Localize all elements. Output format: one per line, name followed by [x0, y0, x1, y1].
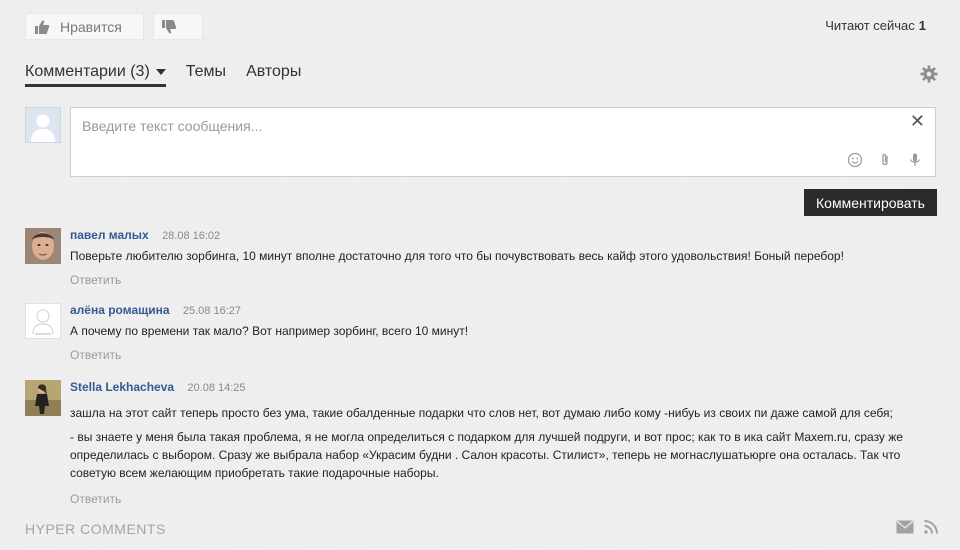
current-user-avatar [25, 107, 61, 143]
comment-body: Stella Lekhacheva 20.08 14:25 зашла на э… [70, 380, 935, 508]
composer-tools [847, 152, 923, 168]
comment-body: алёна ромащина 25.08 16:27 А почему по в… [70, 303, 935, 364]
tabs: Комментарии (3) Темы Авторы [25, 63, 321, 87]
comment-input[interactable] [80, 116, 864, 160]
reading-label: Читают сейчас [825, 18, 915, 33]
avatar[interactable] [25, 380, 61, 416]
tab-comments[interactable]: Комментарии (3) [25, 63, 166, 87]
rss-icon[interactable] [924, 520, 938, 534]
tab-authors[interactable]: Авторы [246, 63, 301, 87]
thumbs-up-icon [35, 19, 50, 34]
envelope-icon[interactable] [896, 520, 914, 534]
close-icon[interactable]: ✕ [910, 112, 925, 130]
caret-down-icon [155, 69, 166, 75]
comment-header: Stella Lekhacheva 20.08 14:25 [70, 380, 935, 395]
reading-now: Читают сейчас 1 [825, 18, 926, 33]
comment-author[interactable]: алёна ромащина [70, 303, 170, 317]
comment-date: 28.08 16:02 [162, 230, 221, 242]
comment-paragraph: зашла на этот сайт теперь просто без ума… [70, 406, 893, 420]
user-silhouette-icon [31, 114, 55, 142]
tab-topics[interactable]: Темы [186, 63, 226, 87]
comment-author[interactable]: Stella Lekhacheva [70, 380, 174, 394]
no-photo-icon [32, 309, 54, 335]
reply-link[interactable]: Ответить [70, 348, 121, 362]
submit-comment-button[interactable]: Комментировать [804, 189, 937, 216]
gear-icon[interactable] [920, 65, 938, 83]
microphone-icon[interactable] [907, 152, 923, 168]
avatar[interactable] [25, 303, 61, 339]
comment-text: зашла на этот сайт теперь просто без ума… [70, 404, 935, 482]
comment-body: павел малых 28.08 16:02 Поверьте любител… [70, 228, 935, 289]
tab-comments-label: Комментарии (3) [25, 63, 150, 80]
comment-composer: ✕ [70, 107, 936, 177]
comment-header: алёна ромащина 25.08 16:27 [70, 303, 935, 318]
comment-paragraph: Поверьте любителю зорбинга, 10 минут впо… [70, 249, 844, 263]
reply-link[interactable]: Ответить [70, 273, 121, 287]
comment-author[interactable]: павел малых [70, 228, 149, 242]
hypercomments-logo[interactable]: HYPER COMMENTS [25, 521, 166, 537]
reply-link[interactable]: Ответить [70, 492, 121, 506]
dislike-button[interactable] [153, 13, 203, 40]
comment-paragraph: А почему по времени так мало? Вот наприм… [70, 324, 469, 338]
avatar-photo [25, 228, 61, 264]
avatar[interactable] [25, 228, 61, 264]
avatar-photo [25, 380, 61, 416]
paperclip-icon[interactable] [877, 152, 893, 168]
smiley-icon[interactable] [847, 152, 863, 168]
comment-date: 20.08 14:25 [187, 382, 246, 394]
comment-header: павел малых 28.08 16:02 [70, 228, 935, 243]
comment-paragraph: - вы знаете у меня была такая проблема, … [70, 430, 903, 480]
comment-text: Поверьте любителю зорбинга, 10 минут впо… [70, 247, 935, 265]
comment-text: А почему по времени так мало? Вот наприм… [70, 322, 935, 340]
comment-date: 25.08 16:27 [182, 305, 242, 317]
like-button[interactable]: Нравится [25, 13, 144, 40]
thumbs-down-icon [162, 19, 177, 34]
footer-icons [896, 520, 938, 534]
reading-count: 1 [918, 18, 926, 33]
like-label: Нравится [60, 18, 122, 35]
